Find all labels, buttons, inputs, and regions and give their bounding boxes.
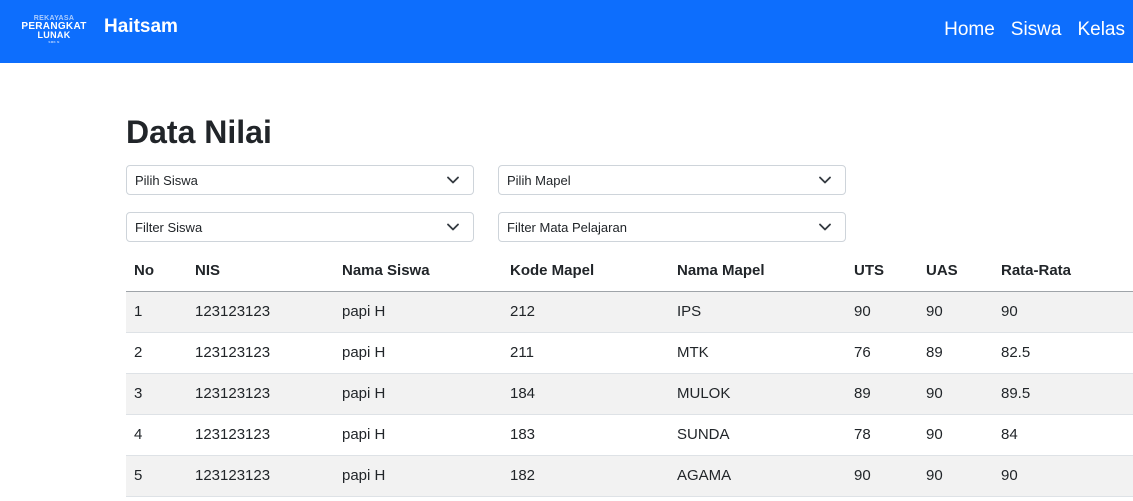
column-header-nama-mapel[interactable]: Nama Mapel <box>669 251 846 292</box>
cell-nis: 123123123 <box>187 373 334 415</box>
chevron-down-icon <box>447 176 459 184</box>
logo-text: SMK N <box>48 40 60 44</box>
cell-uas: 90 <box>918 291 993 333</box>
table-row[interactable]: 2 123123123 papi H 211 MTK 76 89 82.5 <box>126 332 1133 374</box>
cell-uas: 90 <box>918 455 993 497</box>
cell-nama-siswa: papi H <box>334 332 502 374</box>
cell-nama-siswa: papi H <box>334 414 502 456</box>
column-header-uas[interactable]: UAS <box>918 251 993 292</box>
filter-mapel-select[interactable]: Filter Mata Pelajaran <box>498 212 846 242</box>
brand-name[interactable]: Haitsam <box>104 16 178 38</box>
cell-uas: 90 <box>918 373 993 415</box>
cell-uts: 90 <box>846 291 918 333</box>
nav-link-siswa[interactable]: Siswa <box>1011 18 1062 42</box>
cell-nama-mapel: MULOK <box>669 373 846 415</box>
cell-rata-rata: 84 <box>993 414 1133 456</box>
cell-kode-mapel: 184 <box>502 373 669 415</box>
cell-nis: 123123123 <box>187 291 334 333</box>
cell-no: 5 <box>126 455 187 497</box>
cell-uas: 89 <box>918 332 993 374</box>
nav-link-kelas[interactable]: Kelas <box>1077 18 1125 42</box>
cell-no: 2 <box>126 332 187 374</box>
page-title: Data Nilai <box>126 114 272 150</box>
cell-kode-mapel: 183 <box>502 414 669 456</box>
logo-text: LUNAK <box>37 30 71 40</box>
nav-link-home[interactable]: Home <box>944 18 995 42</box>
cell-rata-rata: 90 <box>993 291 1133 333</box>
column-header-nis[interactable]: NIS <box>187 251 334 292</box>
select-value: Filter Siswa <box>135 220 203 235</box>
column-header-nama-siswa[interactable]: Nama Siswa <box>334 251 502 292</box>
cell-rata-rata: 90 <box>993 455 1133 497</box>
cell-kode-mapel: 212 <box>502 291 669 333</box>
cell-nama-siswa: papi H <box>334 455 502 497</box>
cell-uts: 90 <box>846 455 918 497</box>
table-header-row: No NIS Nama Siswa Kode Mapel Nama Mapel … <box>126 251 1133 292</box>
cell-nama-mapel: SUNDA <box>669 414 846 456</box>
cell-no: 4 <box>126 414 187 456</box>
chevron-down-icon <box>819 176 831 184</box>
table-row[interactable]: 3 123123123 papi H 184 MULOK 89 90 89.5 <box>126 373 1133 415</box>
table-row[interactable]: 4 123123123 papi H 183 SUNDA 78 90 84 <box>126 414 1133 456</box>
cell-uts: 78 <box>846 414 918 456</box>
cell-rata-rata: 82.5 <box>993 332 1133 374</box>
cell-no: 3 <box>126 373 187 415</box>
filter-siswa-select[interactable]: Filter Siswa <box>126 212 474 242</box>
cell-nis: 123123123 <box>187 414 334 456</box>
chevron-down-icon <box>819 223 831 231</box>
brand-logo[interactable]: REKAYASA PERANGKAT LUNAK SMK N <box>8 15 100 45</box>
column-header-uts[interactable]: UTS <box>846 251 918 292</box>
cell-no: 1 <box>126 291 187 333</box>
cell-uts: 76 <box>846 332 918 374</box>
chevron-down-icon <box>447 223 459 231</box>
grades-table: No NIS Nama Siswa Kode Mapel Nama Mapel … <box>126 251 1133 497</box>
table-row[interactable]: 1 123123123 papi H 212 IPS 90 90 90 <box>126 291 1133 333</box>
cell-rata-rata: 89.5 <box>993 373 1133 415</box>
cell-nama-mapel: MTK <box>669 332 846 374</box>
cell-kode-mapel: 211 <box>502 332 669 374</box>
cell-nis: 123123123 <box>187 332 334 374</box>
nav-links: Home Siswa Kelas <box>928 18 1125 42</box>
navbar: REKAYASA PERANGKAT LUNAK SMK N Haitsam H… <box>0 0 1133 63</box>
pilih-mapel-select[interactable]: Pilih Mapel <box>498 165 846 195</box>
select-value: Filter Mata Pelajaran <box>507 220 627 235</box>
table-row[interactable]: 5 123123123 papi H 182 AGAMA 90 90 90 <box>126 455 1133 497</box>
cell-nis: 123123123 <box>187 455 334 497</box>
cell-kode-mapel: 182 <box>502 455 669 497</box>
column-header-kode-mapel[interactable]: Kode Mapel <box>502 251 669 292</box>
column-header-no[interactable]: No <box>126 251 187 292</box>
pilih-siswa-select[interactable]: Pilih Siswa <box>126 165 474 195</box>
column-header-rata-rata[interactable]: Rata-Rata <box>993 251 1133 292</box>
cell-nama-mapel: AGAMA <box>669 455 846 497</box>
cell-uas: 90 <box>918 414 993 456</box>
cell-nama-mapel: IPS <box>669 291 846 333</box>
select-value: Pilih Siswa <box>135 173 198 188</box>
cell-nama-siswa: papi H <box>334 373 502 415</box>
cell-nama-siswa: papi H <box>334 291 502 333</box>
cell-uts: 89 <box>846 373 918 415</box>
select-value: Pilih Mapel <box>507 173 571 188</box>
